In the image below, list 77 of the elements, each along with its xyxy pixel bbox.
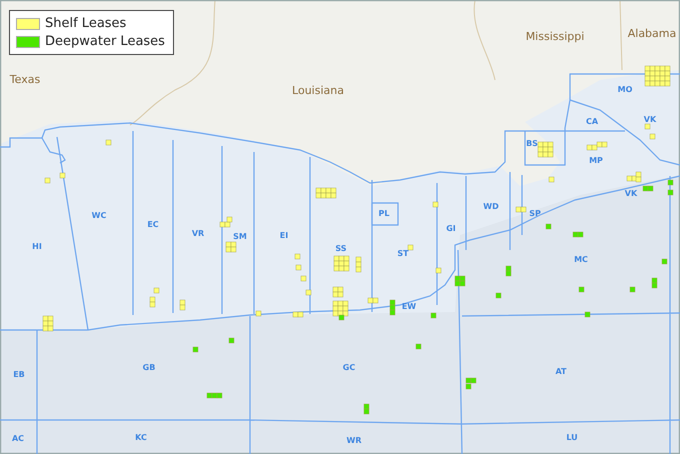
shelf-lease-block — [516, 206, 526, 212]
planning-area-label: WC — [92, 211, 106, 220]
legend-label: Deepwater Leases — [45, 34, 165, 49]
shelf-lease-block — [408, 244, 414, 250]
deepwater-lease-block — [578, 286, 584, 292]
shelf-lease-block — [44, 178, 50, 184]
planning-area-label: AT — [555, 367, 567, 376]
planning-area-label: WD — [483, 202, 499, 211]
shelf-lease-block — [334, 256, 350, 272]
shelf-lease-block — [60, 172, 66, 178]
shelf-lease-block — [644, 66, 670, 86]
planning-area-label: GB — [142, 363, 156, 372]
planning-area-label: LU — [566, 433, 578, 442]
state-label: Louisiana — [292, 84, 344, 97]
deepwater-lease-block — [496, 292, 502, 298]
planning-area-label: MP — [589, 156, 603, 165]
shelf-lease-block — [332, 286, 344, 298]
deepwater-lease-block — [572, 232, 584, 238]
deepwater-lease-block — [206, 392, 222, 398]
shelf-lease-block — [436, 268, 442, 274]
planning-area-label: GI — [446, 224, 456, 233]
planning-area-label: EC — [147, 220, 159, 229]
shelf-lease-block — [226, 242, 236, 252]
deepwater-lease-block — [364, 404, 370, 414]
planning-area-label: WR — [346, 436, 362, 445]
deepwater-lease-block — [652, 278, 658, 288]
shelf-lease-block — [292, 312, 304, 318]
shelf-lease-block — [432, 202, 438, 208]
planning-area-label: EW — [402, 302, 416, 311]
shelf-lease-block — [256, 310, 262, 316]
shelf-lease-block — [306, 290, 312, 296]
shelf-lease-block — [106, 140, 112, 146]
deepwater-lease-block — [454, 276, 466, 286]
state-label: Alabama — [628, 27, 676, 40]
deepwater-lease-block — [430, 312, 436, 318]
planning-area-label: ST — [397, 249, 409, 258]
shelf-lease-block — [180, 300, 186, 310]
deepwater-lease-block — [506, 266, 512, 276]
deepwater-lease-block — [390, 300, 396, 316]
shelf-lease-block — [150, 296, 156, 308]
planning-area-label: CA — [586, 117, 598, 126]
planning-area-label: KC — [135, 433, 147, 442]
planning-area-label: EI — [280, 231, 288, 240]
planning-area-label: GC — [342, 363, 356, 372]
shelf-lease-block — [368, 298, 378, 304]
deepwater-lease-block — [192, 346, 198, 352]
planning-area-label: BS — [526, 139, 538, 148]
deepwater-lease-block — [416, 344, 422, 350]
planning-area-label: SP — [529, 209, 541, 218]
planning-area-label: MO — [618, 85, 632, 94]
deepwater-lease-block — [630, 286, 636, 292]
planning-area-label: VK — [644, 115, 656, 124]
shelf-lease-block — [154, 288, 160, 294]
shelf-lease-block — [42, 316, 54, 332]
shelf-lease-block — [316, 188, 336, 198]
deepwater-lease-block — [584, 312, 590, 318]
state-label: Mississippi — [526, 30, 584, 43]
state-label: Texas — [10, 73, 40, 86]
deepwater-lease-block — [228, 338, 234, 344]
deepwater-lease-block — [546, 224, 552, 230]
shelf-lease-block — [356, 256, 362, 272]
deepwater-lease-block — [338, 314, 344, 320]
shelf-lease-block — [538, 142, 554, 158]
planning-area-label: SM — [233, 232, 247, 241]
deepwater-lease-block — [662, 258, 668, 264]
planning-area-label: AC — [12, 434, 24, 443]
planning-area-label: EB — [13, 370, 25, 379]
planning-area-label: VK — [624, 189, 638, 198]
legend-label: Shelf Leases — [45, 16, 126, 31]
planning-area-label: VR — [192, 229, 204, 238]
shelf-lease-block — [332, 300, 348, 316]
planning-area-label: SS — [335, 244, 347, 253]
planning-area-label: HI — [32, 242, 42, 251]
planning-area-label: PL — [378, 209, 390, 218]
shelf-lease-block — [548, 176, 554, 182]
deepwater-lease-block — [642, 186, 654, 192]
planning-area-label: MC — [574, 255, 588, 264]
